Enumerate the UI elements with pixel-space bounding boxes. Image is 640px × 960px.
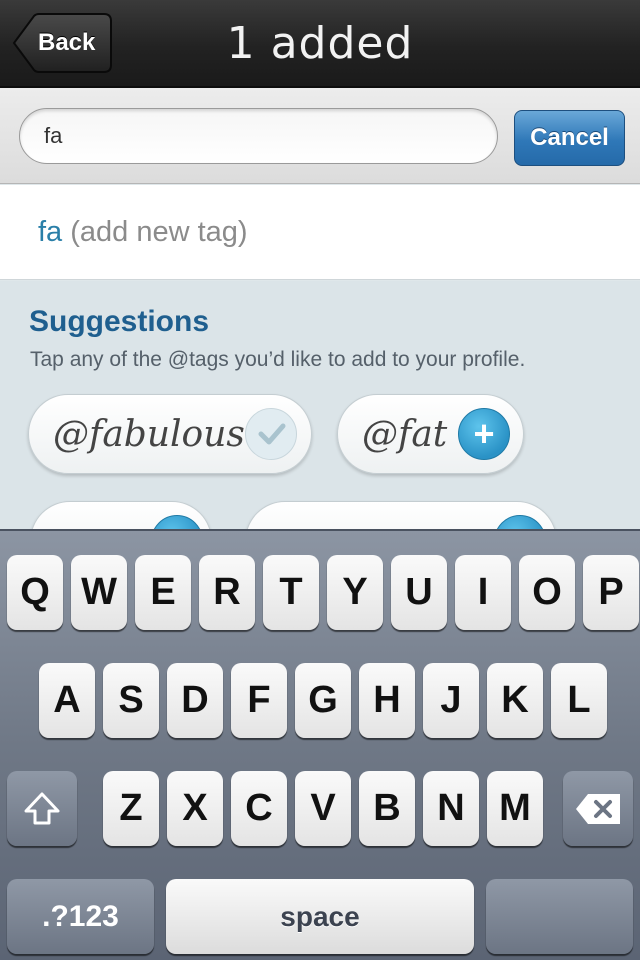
add-new-tag-row[interactable]: fa (add new tag) bbox=[0, 185, 640, 280]
suggestions-subtitle: Tap any of the @tags you’d like to add t… bbox=[30, 348, 526, 371]
tag-chip[interactable]: + bbox=[30, 501, 212, 529]
key-g[interactable]: G bbox=[295, 663, 351, 738]
backspace-icon bbox=[576, 794, 620, 824]
tag-label: @fabulous bbox=[53, 414, 245, 455]
shift-icon bbox=[24, 792, 60, 825]
keyboard: QWERTYUIOP ASDFGHJKL ZXCVBNM .?123 space bbox=[0, 529, 640, 960]
key-c[interactable]: C bbox=[231, 771, 287, 846]
key-d[interactable]: D bbox=[167, 663, 223, 738]
key-r[interactable]: R bbox=[199, 555, 255, 630]
key-i[interactable]: I bbox=[455, 555, 511, 630]
key-k[interactable]: K bbox=[487, 663, 543, 738]
space-key[interactable]: space bbox=[166, 879, 474, 954]
key-j[interactable]: J bbox=[423, 663, 479, 738]
tag-chip-fabulous[interactable]: @fabulous bbox=[28, 394, 312, 474]
key-v[interactable]: V bbox=[295, 771, 351, 846]
key-h[interactable]: H bbox=[359, 663, 415, 738]
numbers-key[interactable]: .?123 bbox=[7, 879, 154, 954]
tag-chip[interactable]: + bbox=[245, 501, 557, 529]
key-l[interactable]: L bbox=[551, 663, 607, 738]
key-b[interactable]: B bbox=[359, 771, 415, 846]
backspace-key[interactable] bbox=[563, 771, 633, 846]
tag-chip-fat[interactable]: @fat + bbox=[337, 394, 524, 474]
key-t[interactable]: T bbox=[263, 555, 319, 630]
key-w[interactable]: W bbox=[71, 555, 127, 630]
plus-icon[interactable]: + bbox=[151, 515, 203, 529]
key-y[interactable]: Y bbox=[327, 555, 383, 630]
key-m[interactable]: M bbox=[487, 771, 543, 846]
cancel-button[interactable]: Cancel bbox=[514, 110, 625, 166]
page-title: 1 added bbox=[226, 18, 414, 69]
key-x[interactable]: X bbox=[167, 771, 223, 846]
key-u[interactable]: U bbox=[391, 555, 447, 630]
key-q[interactable]: Q bbox=[7, 555, 63, 630]
search-bar: fa Cancel bbox=[0, 88, 640, 184]
key-f[interactable]: F bbox=[231, 663, 287, 738]
nav-bar: Back 1 added bbox=[0, 0, 640, 88]
tag-label: @fat bbox=[362, 414, 448, 455]
result-hint: (add new tag) bbox=[62, 216, 248, 248]
suggestions-panel: Suggestions Tap any of the @tags you’d l… bbox=[0, 281, 640, 529]
check-icon bbox=[245, 408, 297, 460]
plus-icon[interactable]: + bbox=[494, 515, 546, 529]
key-z[interactable]: Z bbox=[103, 771, 159, 846]
return-key[interactable] bbox=[486, 879, 633, 954]
key-p[interactable]: P bbox=[583, 555, 639, 630]
suggestions-title: Suggestions bbox=[29, 305, 210, 338]
key-s[interactable]: S bbox=[103, 663, 159, 738]
key-o[interactable]: O bbox=[519, 555, 575, 630]
plus-icon[interactable]: + bbox=[458, 408, 510, 460]
key-n[interactable]: N bbox=[423, 771, 479, 846]
key-e[interactable]: E bbox=[135, 555, 191, 630]
search-input[interactable]: fa bbox=[19, 108, 498, 164]
result-query: fa bbox=[38, 216, 63, 248]
shift-key[interactable] bbox=[7, 771, 77, 846]
key-a[interactable]: A bbox=[39, 663, 95, 738]
